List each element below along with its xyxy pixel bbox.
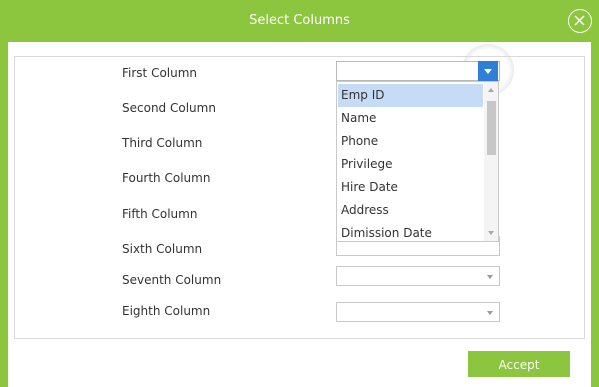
dropdown-scrollbar[interactable] [484, 82, 498, 241]
eighth-column-label: Eighth Column [122, 304, 211, 318]
dialog-titlebar: Select Columns [0, 0, 599, 42]
accept-button[interactable]: Accept [468, 351, 570, 377]
fourth-column-label: Fourth Column [122, 171, 211, 185]
dropdown-option[interactable]: Phone [338, 130, 483, 153]
fifth-column-label: Fifth Column [122, 207, 198, 221]
third-column-label: Third Column [122, 136, 203, 150]
dropdown-option[interactable]: Dimission Date [338, 222, 483, 241]
dropdown-option[interactable]: Address [338, 199, 483, 222]
chevron-down-icon [484, 69, 492, 74]
scrollbar-thumb[interactable] [487, 101, 496, 155]
chevron-down-icon [487, 275, 493, 279]
eighth-column-select[interactable] [336, 302, 500, 322]
close-icon[interactable] [568, 9, 592, 33]
dropdown-toggle-button[interactable] [478, 61, 498, 81]
scroll-down-icon[interactable] [488, 231, 494, 235]
dropdown-option[interactable]: Privilege [338, 153, 483, 176]
dropdown-option[interactable]: Name [338, 107, 483, 130]
chevron-down-icon [487, 311, 493, 315]
seventh-column-select[interactable] [336, 266, 500, 286]
dropdown-option[interactable]: Emp ID [338, 84, 483, 107]
first-column-select[interactable] [336, 61, 500, 81]
scroll-up-icon[interactable] [488, 88, 494, 92]
dialog-title: Select Columns [249, 13, 350, 28]
seventh-column-label: Seventh Column [122, 273, 222, 287]
first-column-label: First Column [122, 66, 198, 80]
columns-panel [14, 56, 585, 339]
sixth-column-label: Sixth Column [122, 242, 203, 256]
first-column-dropdown-list[interactable]: Emp ID Name Phone Privilege Hire Date Ad… [336, 81, 499, 242]
second-column-label: Second Column [122, 101, 216, 115]
dropdown-option[interactable]: Hire Date [338, 176, 483, 199]
